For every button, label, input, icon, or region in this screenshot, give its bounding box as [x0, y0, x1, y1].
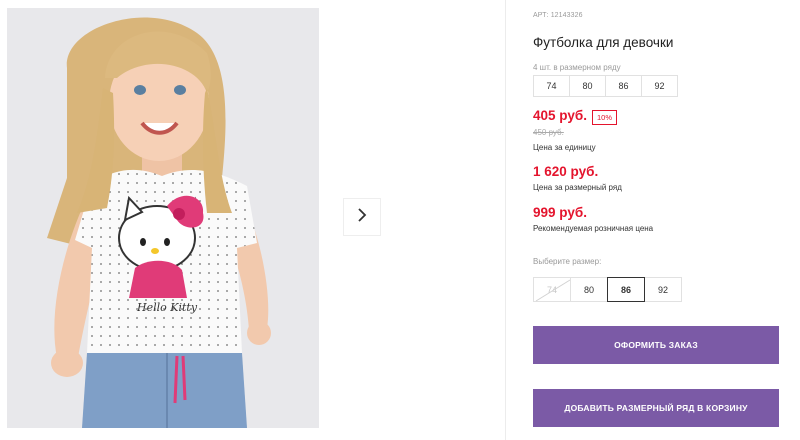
size-option-92[interactable]: 92 [644, 277, 682, 302]
product-photo-image: Hello Kitty [7, 8, 319, 428]
product-details: АРТ: 12143326 Футболка для девочки 4 шт.… [533, 0, 783, 440]
size-picker-label: Выберите размер: [533, 257, 602, 266]
chevron-right-icon [356, 207, 368, 228]
pack-size-86: 86 [605, 75, 642, 97]
size-option-74: 74 [533, 277, 571, 302]
pack-size-list: 74 80 86 92 [533, 75, 678, 97]
product-sku: АРТ: 12143326 [533, 12, 583, 19]
print-text: Hello Kitty [136, 301, 198, 314]
unit-price: 405 руб. [533, 108, 587, 123]
unit-price-caption: Цена за единицу [533, 143, 596, 152]
rrp-price: 999 руб. [533, 205, 587, 220]
size-option-label: 86 [620, 284, 631, 295]
product-gallery: Hello Kitty [0, 0, 506, 440]
size-option-86[interactable]: 86 [607, 277, 645, 302]
pack-price: 1 620 руб. [533, 164, 599, 179]
size-option-label: 92 [657, 284, 668, 295]
pack-size-92: 92 [641, 75, 678, 97]
pack-size-80: 80 [569, 75, 606, 97]
unavailable-strike-icon [535, 279, 571, 302]
pack-size-note: 4 шт. в размерном ряду [533, 63, 621, 72]
add-size-row-to-cart-button[interactable]: ДОБАВИТЬ РАЗМЕРНЫЙ РЯД В КОРЗИНУ [533, 389, 779, 427]
place-order-button[interactable]: ОФОРМИТЬ ЗАКАЗ [533, 326, 779, 364]
size-picker: 74 80 86 92 [533, 277, 682, 302]
discount-badge: 10% [592, 110, 618, 125]
pack-price-caption: Цена за размерный ряд [533, 183, 622, 192]
gallery-next-button[interactable] [343, 198, 381, 236]
size-option-label: 80 [583, 284, 594, 295]
rrp-price-caption: Рекомендуемая розничная цена [533, 224, 654, 233]
product-photo[interactable]: Hello Kitty [7, 8, 319, 428]
product-title: Футболка для девочки [533, 35, 674, 50]
pack-size-74: 74 [533, 75, 570, 97]
old-price: 450 руб. [533, 128, 564, 137]
size-option-80[interactable]: 80 [570, 277, 608, 302]
